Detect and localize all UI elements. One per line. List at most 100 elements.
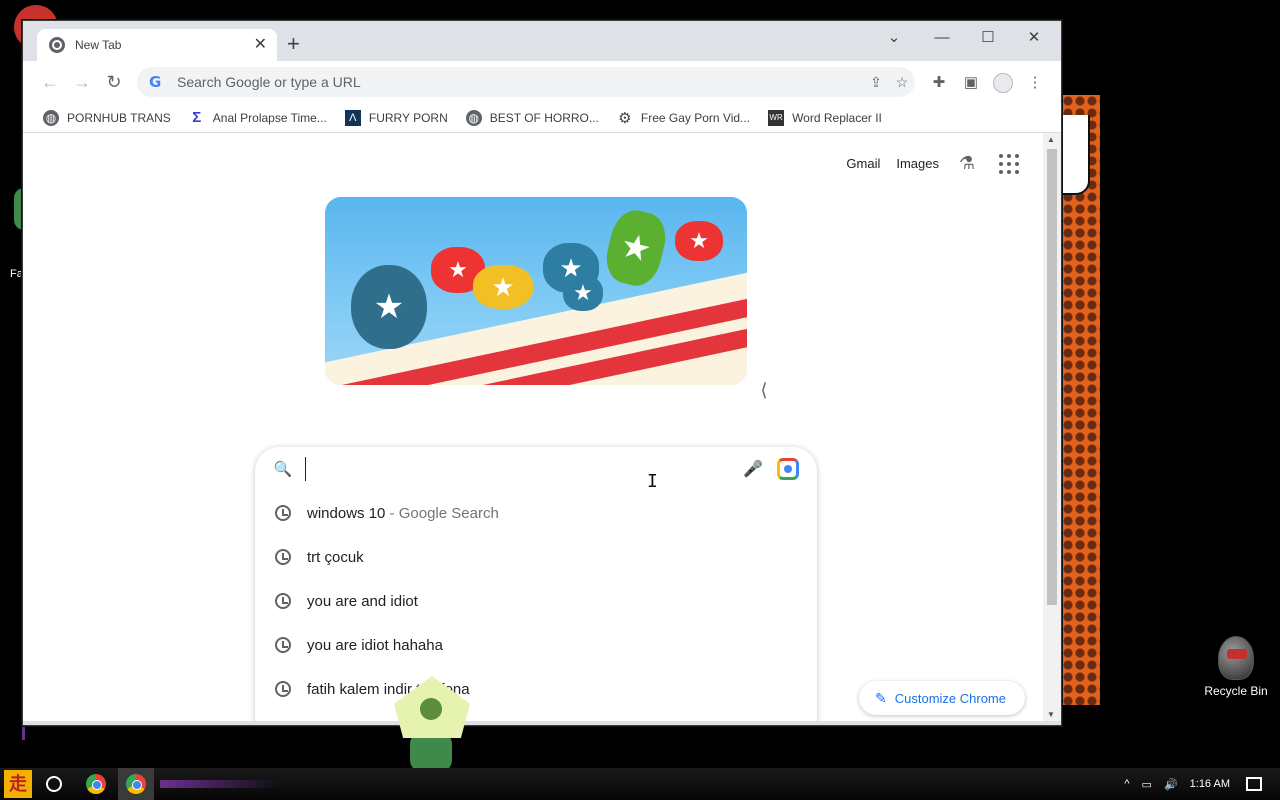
desktop-panel-notch (1062, 115, 1090, 195)
notification-center-icon[interactable] (1246, 777, 1262, 791)
doodle-share-icon[interactable]: ⟨ (753, 379, 775, 401)
history-clock-icon (275, 593, 291, 609)
volume-icon[interactable]: 🔊 (1164, 778, 1178, 791)
suggestion-text: windows 10 - Google Search (307, 504, 499, 522)
chrome-taskbar-icon[interactable] (86, 774, 106, 794)
suggestion-item[interactable]: potplayer (255, 711, 817, 721)
google-apps-grid-icon[interactable] (999, 153, 1019, 174)
bookmark-item[interactable]: ◍ PORNHUB TRANS (43, 109, 171, 126)
scroll-up-arrow-icon[interactable]: ▲ (1047, 135, 1055, 144)
sigma-icon: Σ (192, 109, 202, 126)
top-links: Gmail Images ⚗ (846, 153, 1043, 174)
new-tab-page: Gmail Images ⚗ ★ ★ ★ ★ ★ ★ ★ ⟨ 🔍 🎤 windo… (23, 133, 1043, 721)
bookmark-label: FURRY PORN (368, 110, 448, 125)
browser-toolbar: ← → ↻ G Search Google or type a URL ⇪ ☆ … (23, 61, 1061, 103)
search-icon: 🔍 (273, 461, 293, 478)
bookmark-item[interactable]: WR Word Replacer II (768, 109, 882, 126)
maximize-button[interactable]: ☐ (965, 21, 1011, 53)
new-tab-button[interactable]: + (287, 33, 300, 55)
back-arrow-icon[interactable]: ← (39, 72, 61, 94)
suggestion-item[interactable]: you are and idiot (255, 579, 817, 623)
tray-expand-icon[interactable]: ^ (1124, 778, 1129, 790)
suggestion-text: you are and idiot (307, 592, 418, 610)
lambda-icon: Λ (344, 109, 361, 126)
bookmark-label: Free Gay Porn Vid... (640, 110, 751, 125)
tab-search-chevron-icon[interactable]: ⌄ (871, 21, 917, 53)
history-clock-icon (275, 637, 291, 653)
scroll-down-arrow-icon[interactable]: ▼ (1047, 710, 1055, 719)
suggestion-item[interactable]: you are idiot hahaha (255, 623, 817, 667)
start-button[interactable]: 走 (4, 770, 32, 798)
bookmark-item[interactable]: Σ Anal Prolapse Time... (189, 109, 327, 126)
history-clock-icon (275, 505, 291, 521)
customize-chrome-label: Customize Chrome (894, 690, 1006, 706)
search-box-dropdown: 🔍 🎤 windows 10 - Google Search trt çocuk… (255, 447, 817, 721)
side-panel-icon[interactable]: ▣ (961, 73, 981, 93)
doodle-blob-yellow: ★ (473, 265, 533, 309)
gear-icon: ⚙ (618, 109, 632, 127)
chrome-favicon-icon (49, 37, 65, 53)
system-tray: ^ ▭ 🔊 1:16 AM (1124, 768, 1280, 800)
desktop-character-sprite-large (390, 676, 474, 772)
share-page-icon[interactable]: ⇪ (863, 74, 889, 91)
bookmark-label: Anal Prolapse Time... (212, 110, 327, 125)
bookmark-star-icon[interactable]: ☆ (889, 74, 915, 91)
desktop-icon-label[interactable]: Fa (10, 268, 23, 280)
chrome-taskbar-icon-active[interactable] (126, 774, 146, 794)
scrollbar-thumb[interactable] (1047, 149, 1057, 605)
suggestion-item[interactable]: fatih kalem indir telefona (255, 667, 817, 711)
bookmark-label: PORNHUB TRANS (67, 110, 171, 125)
tab-title: New Tab (75, 38, 122, 52)
suggestion-subtext: - Google Search (385, 504, 499, 522)
doodle-blob-blue: ★ (351, 265, 427, 349)
word-replacer-icon: WR (768, 109, 785, 126)
tab-strip: New Tab ✕ + ⌄ — ☐ ✕ (23, 21, 1061, 61)
clock-time[interactable]: 1:16 AM (1190, 778, 1230, 790)
tab-close-icon[interactable]: ✕ (254, 37, 267, 53)
suggestion-item[interactable]: trt çocuk (255, 535, 817, 579)
gmail-link[interactable]: Gmail (846, 156, 880, 171)
bookmark-item[interactable]: ◍ BEST OF HORRO... (465, 109, 599, 126)
recycle-bin[interactable]: Recycle Bin (1200, 636, 1272, 698)
suggestion-item[interactable]: windows 10 - Google Search (255, 491, 817, 535)
suggestion-text: you are idiot hahaha (307, 636, 443, 654)
pencil-icon: ✎ (875, 689, 887, 706)
extensions-puzzle-icon[interactable]: ✚ (929, 73, 949, 93)
google-doodle[interactable]: ★ ★ ★ ★ ★ ★ ★ (325, 197, 747, 385)
tab-new-tab[interactable]: New Tab ✕ (37, 29, 277, 61)
suggestion-text: trt çocuk (307, 548, 364, 566)
bookmark-label: BEST OF HORRO... (489, 110, 599, 125)
doodle-blob-red: ★ (675, 221, 723, 261)
taskbar-search-icon[interactable] (46, 776, 62, 792)
close-window-button[interactable]: ✕ (1011, 21, 1057, 53)
taskbar-decoration (160, 780, 280, 788)
bookmark-item[interactable]: Λ FURRY PORN (344, 109, 448, 126)
bookmarks-bar: ◍ PORNHUB TRANS Σ Anal Prolapse Time... … (23, 103, 1061, 133)
forward-arrow-icon[interactable]: → (71, 72, 93, 94)
bookmark-item[interactable]: ⚙ Free Gay Porn Vid... (617, 109, 751, 127)
network-icon[interactable]: ▭ (1142, 778, 1152, 791)
bookmark-label: Word Replacer II (792, 110, 882, 125)
google-g-icon: G (149, 73, 162, 91)
profile-avatar-icon[interactable] (993, 73, 1013, 93)
customize-chrome-button[interactable]: ✎ Customize Chrome (859, 681, 1025, 715)
recycle-bin-icon (1218, 636, 1254, 680)
labs-flask-icon[interactable]: ⚗ (955, 153, 979, 174)
taskbar: 走 ^ ▭ 🔊 1:16 AM (0, 768, 1280, 800)
search-input[interactable] (305, 457, 741, 481)
text-cursor-icon: I (647, 471, 658, 492)
chrome-menu-icon[interactable]: ⋮ (1025, 73, 1045, 93)
search-row: 🔍 🎤 (255, 447, 817, 491)
minimize-button[interactable]: — (919, 21, 965, 53)
doodle-blob-green: ★ (600, 205, 672, 291)
images-link[interactable]: Images (896, 156, 939, 171)
chrome-window: New Tab ✕ + ⌄ — ☐ ✕ ← → ↻ G Search Googl… (22, 20, 1062, 726)
globe-icon: ◍ (43, 109, 59, 126)
microphone-icon[interactable]: 🎤 (741, 459, 765, 479)
address-bar[interactable]: G Search Google or type a URL ⇪ ☆ (137, 67, 915, 97)
google-lens-icon[interactable] (777, 458, 799, 480)
page-scrollbar[interactable]: ▲ ▼ (1043, 133, 1061, 721)
reload-icon[interactable]: ↻ (103, 72, 125, 94)
address-bar-placeholder[interactable]: Search Google or type a URL (177, 74, 863, 90)
globe-icon: ◍ (465, 109, 482, 126)
